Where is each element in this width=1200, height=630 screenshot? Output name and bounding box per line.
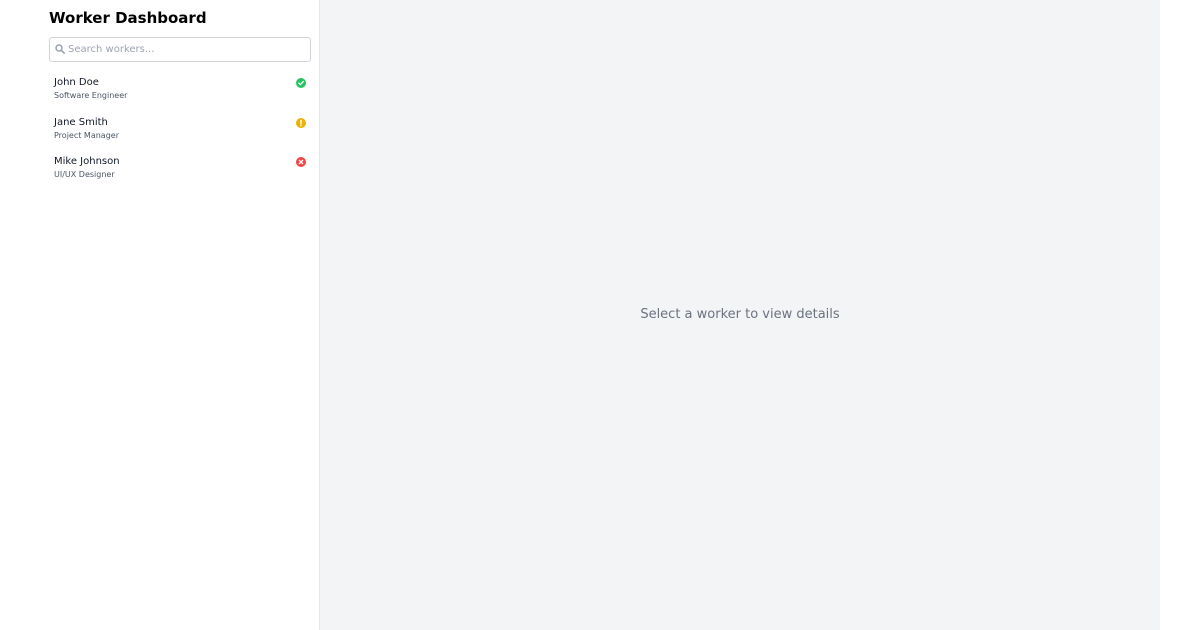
worker-name: Jane Smith <box>54 116 108 128</box>
worker-dashboard-app: Worker Dashboard John Doe Software Engin… <box>0 0 1200 630</box>
check-circle-icon <box>296 78 306 88</box>
worker-role: UI/UX Designer <box>54 170 115 179</box>
sidebar: Worker Dashboard John Doe Software Engin… <box>40 0 320 630</box>
empty-state-message: Select a worker to view details <box>640 307 840 322</box>
worker-item-john-doe[interactable]: John Doe Software Engineer <box>49 72 311 112</box>
worker-name: John Doe <box>54 77 99 88</box>
worker-list: John Doe Software Engineer Jane Smith Pr… <box>49 72 311 191</box>
x-circle-icon <box>296 157 306 167</box>
worker-role: Software Engineer <box>54 91 128 100</box>
page-title: Worker Dashboard <box>49 9 207 27</box>
search-icon <box>55 44 65 54</box>
worker-name: Mike Johnson <box>54 156 120 167</box>
worker-item-jane-smith[interactable]: Jane Smith Project Manager <box>49 112 311 152</box>
worker-item-mike-johnson[interactable]: Mike Johnson UI/UX Designer <box>49 151 311 191</box>
search-input[interactable] <box>68 38 306 61</box>
worker-role: Project Manager <box>54 130 119 140</box>
exclamation-circle-icon <box>296 117 306 128</box>
search-box[interactable] <box>49 37 311 62</box>
detail-panel: Select a worker to view details <box>320 0 1160 630</box>
